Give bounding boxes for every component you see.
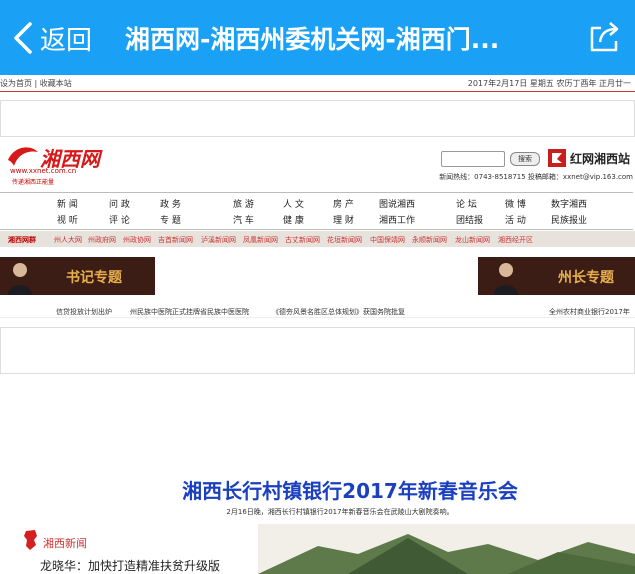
site-link[interactable]: 州人大网 xyxy=(54,235,82,245)
ad-placeholder xyxy=(0,327,635,374)
ad-placeholder xyxy=(0,100,635,137)
nav-item[interactable]: 视 听 xyxy=(57,213,78,226)
site-group-nav: 湘西网群 州人大网 州政府网 州政协网 吉首新闻网 泸溪新闻网 凤凰新闻网 古丈… xyxy=(0,231,635,247)
site-link[interactable]: 凤凰新闻网 xyxy=(243,235,278,245)
nav-item[interactable]: 房 产 xyxy=(333,197,354,210)
back-button[interactable]: 返回 xyxy=(12,18,92,58)
nav-item[interactable]: 团结报 xyxy=(456,213,483,226)
governor-feature-banner[interactable]: 州长专题 xyxy=(478,257,635,295)
main-nav: 新 闻 问 政 政 务 旅 游 人 文 房 产 图说湘西 论 坛 微 博 数字湘… xyxy=(0,192,633,230)
article-title: 湘西长行村镇银行2017年新春音乐会 xyxy=(182,479,518,503)
article-caption: 2月16日晚，湘西长行村镇银行2017年新春音乐会在武陵山大剧院奏响。 xyxy=(226,508,454,516)
site-link[interactable]: 州政府网 xyxy=(88,235,116,245)
news-headline[interactable]: 龙晓华：加快打造精准扶贫升级版 xyxy=(40,557,220,574)
banner-label: 书记专题 xyxy=(66,270,122,286)
banner-label: 州长专题 xyxy=(558,270,614,286)
search-input[interactable] xyxy=(441,151,505,167)
site-link[interactable]: 龙山新闻网 xyxy=(455,235,490,245)
nav-item[interactable]: 理 财 xyxy=(333,213,354,226)
hongnet-label[interactable]: 红网湘西站 xyxy=(570,150,630,167)
nav-item[interactable]: 论 坛 xyxy=(456,197,477,210)
nav-item[interactable]: 民族报业 xyxy=(551,213,587,226)
ticker-item[interactable]: 州民族中医院正式挂牌省民族中医医院 xyxy=(130,307,249,317)
nav-item[interactable]: 活 动 xyxy=(505,213,526,226)
site-link[interactable]: 花垣新闻网 xyxy=(327,235,362,245)
person-photo xyxy=(8,263,32,295)
site-link[interactable]: 州政协网 xyxy=(123,235,151,245)
site-header: 湘西网 www.xxnet.com.cn 传递湘西正能量 搜索 红网湘西站 新闻… xyxy=(0,138,635,190)
chevron-left-icon xyxy=(14,22,32,54)
top-strip: 设为首页 | 收藏本站 2017年2月17日 星期五 农历丁酉年 正月廿一 xyxy=(0,75,635,92)
person-photo xyxy=(494,263,518,295)
site-link[interactable]: 泸溪新闻网 xyxy=(201,235,236,245)
logo-url: www.xxnet.com.cn xyxy=(10,167,77,175)
share-icon[interactable] xyxy=(587,20,621,54)
site-group-label: 湘西网群 xyxy=(8,236,36,244)
site-link[interactable]: 古丈新闻网 xyxy=(285,235,320,245)
hotline-text: 新闻热线：0743-8518715 投稿邮箱：xxnet@vip.163.com xyxy=(439,173,633,181)
nav-item[interactable]: 专 题 xyxy=(160,213,181,226)
nav-item[interactable]: 旅 游 xyxy=(233,197,254,210)
nav-item[interactable]: 健 康 xyxy=(283,213,304,226)
ticker-item[interactable]: 全州农村商业银行2017年 xyxy=(549,307,630,317)
nav-item[interactable]: 图说湘西 xyxy=(379,197,415,210)
logo-slogan: 传递湘西正能量 xyxy=(12,179,55,186)
nav-item[interactable]: 微 博 xyxy=(505,197,526,210)
site-link[interactable]: 永顺新闻网 xyxy=(412,235,447,245)
map-icon xyxy=(24,530,37,550)
nav-item[interactable]: 问 政 xyxy=(109,197,130,210)
navigation-bar: 返回 湘西网-湘西州委机关网-湘西门... xyxy=(0,0,635,75)
nav-item[interactable]: 评 论 xyxy=(109,213,130,226)
secretary-feature-banner[interactable]: 书记专题 xyxy=(0,257,155,295)
ticker-item[interactable]: 《德夯风景名胜区总体规划》获国务院批复 xyxy=(272,307,405,317)
date-label: 2017年2月17日 星期五 农历丁酉年 正月廿一 xyxy=(467,79,631,88)
section-label[interactable]: 湘西新闻 xyxy=(43,535,87,551)
nav-item[interactable]: 政 务 xyxy=(160,197,181,210)
page-title: 湘西网-湘西州委机关网-湘西门... xyxy=(125,25,500,54)
site-link[interactable]: 湘西经开区 xyxy=(498,235,533,245)
article-photo xyxy=(258,524,635,574)
search-button[interactable]: 搜索 xyxy=(510,152,540,166)
bookmark-links[interactable]: 设为首页 | 收藏本站 xyxy=(0,78,72,89)
ticker-item[interactable]: 信贷投放计划出炉 xyxy=(56,307,112,317)
back-label: 返回 xyxy=(40,25,93,56)
site-link[interactable]: 吉首新闻网 xyxy=(158,235,193,245)
nav-item[interactable]: 数字湘西 xyxy=(551,197,587,210)
hongnet-logo-icon xyxy=(548,149,566,167)
site-link[interactable]: 中国保靖网 xyxy=(370,235,405,245)
nav-item[interactable]: 新 闻 xyxy=(57,197,78,210)
nav-item[interactable]: 人 文 xyxy=(283,197,304,210)
nav-item[interactable]: 汽 车 xyxy=(233,213,254,226)
news-ticker: 信贷投放计划出炉 州民族中医院正式挂牌省民族中医医院 《德夯风景名胜区总体规划》… xyxy=(0,303,635,318)
nav-item[interactable]: 湘西工作 xyxy=(379,213,415,226)
